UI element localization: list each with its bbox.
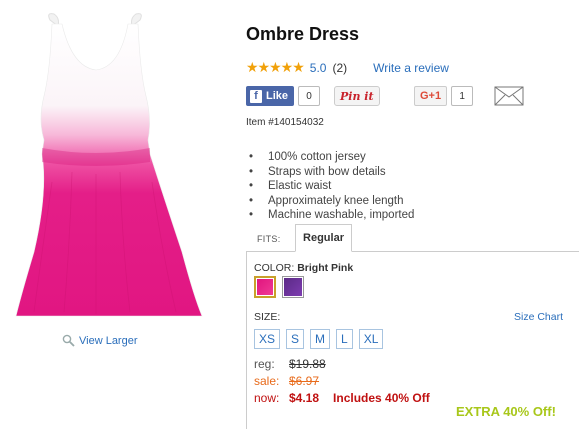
sale-price: $6.97	[289, 374, 320, 388]
view-larger-label: View Larger	[79, 334, 138, 347]
color-label: COLOR: Bright Pink	[254, 262, 353, 274]
feature-list: 100% cotton jersey Straps with bow detai…	[246, 150, 414, 223]
pinterest-pin-button[interactable]: Pin it	[334, 86, 380, 106]
facebook-like-label: Like	[266, 90, 289, 102]
size-m-button[interactable]: M	[310, 329, 331, 349]
feature-item: Approximately knee length	[246, 194, 414, 209]
facebook-like-button[interactable]: f Like	[246, 86, 295, 106]
size-l-button[interactable]: L	[336, 329, 353, 349]
size-xl-button[interactable]: XL	[358, 329, 384, 349]
dress-image	[15, 13, 203, 317]
selected-color: Bright Pink	[297, 262, 354, 274]
google-plus-count: 1	[451, 86, 474, 106]
size-xs-button[interactable]: XS	[254, 329, 281, 349]
color-label-text: COLOR:	[254, 262, 295, 274]
google-plus-widget: G+1 1	[414, 86, 474, 106]
size-s-button[interactable]: S	[286, 329, 305, 349]
gplus-label: G+1	[420, 90, 442, 102]
size-options: XS S M L XL	[254, 329, 384, 349]
sale-label: sale:	[254, 374, 280, 388]
now-price-row: now: $4.18 Includes 40% Off	[254, 391, 430, 405]
envelope-icon	[494, 86, 524, 106]
rating-value[interactable]: 5.0	[310, 61, 327, 75]
now-price: $4.18	[289, 391, 320, 405]
sale-price-row: sale: $6.97	[254, 374, 319, 388]
regular-price-row: reg: $19.88	[254, 357, 326, 371]
feature-item: Straps with bow details	[246, 165, 414, 180]
swatch-bright-pink[interactable]	[254, 276, 276, 298]
promo-text: Includes 40% Off	[333, 391, 430, 405]
product-title: Ombre Dress	[246, 24, 360, 44]
rating-row: ★★★★★ 5.0 (2) Write a review	[246, 59, 449, 76]
swatch-purple[interactable]	[282, 276, 304, 298]
fits-label: FITS:	[257, 234, 281, 244]
rating-count: (2)	[332, 60, 348, 75]
extra-off-badge: EXTRA 40% Off!	[456, 404, 556, 419]
feature-item: Machine washable, imported	[246, 208, 414, 223]
item-number: Item #140154032	[246, 117, 324, 128]
feature-item: 100% cotton jersey	[246, 150, 414, 165]
facebook-icon: f	[250, 89, 262, 103]
now-label: now:	[254, 391, 280, 405]
pinit-label: Pin it	[340, 89, 374, 103]
google-plus-button[interactable]: G+1	[414, 86, 448, 106]
reg-label: reg:	[254, 357, 275, 371]
size-label: SIZE:	[254, 311, 281, 323]
size-chart-link[interactable]: Size Chart	[514, 311, 563, 323]
view-larger-link[interactable]: View Larger	[62, 334, 138, 347]
feature-item: Elastic waist	[246, 179, 414, 194]
product-image[interactable]	[12, 12, 232, 327]
email-share-button[interactable]	[494, 86, 524, 111]
reg-price: $19.88	[289, 357, 326, 371]
tab-regular[interactable]: Regular	[295, 224, 352, 252]
star-rating-icon: ★★★★★	[246, 59, 305, 75]
write-review-link[interactable]: Write a review	[373, 61, 449, 75]
facebook-like-count: 0	[298, 86, 321, 106]
facebook-like-widget: f Like 0	[246, 86, 321, 106]
magnifier-icon	[62, 334, 75, 347]
